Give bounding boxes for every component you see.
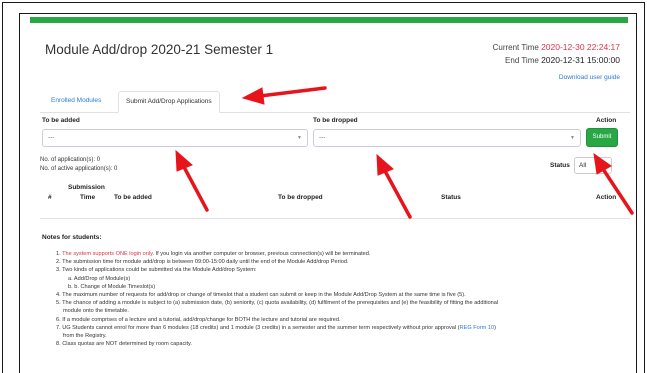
note-3a-text: a. Add/Drop of Module(s) [68, 275, 131, 282]
note-continuation: from the Registry. [56, 332, 626, 340]
note-item: 3. Two kinds of applications could be su… [56, 267, 257, 274]
drop-module-select[interactable]: --- ▼ [313, 129, 581, 147]
to-be-dropped-header: To be dropped [313, 117, 358, 124]
tab-enrolled-modules[interactable]: Enrolled Modules [44, 91, 108, 113]
note-item: 6. If a module comprises of a lecture an… [56, 316, 341, 323]
status-filter-select[interactable]: All ⇕ [574, 157, 612, 174]
note-item: 2. The submission time for module add/dr… [56, 259, 349, 266]
top-accent-bar [30, 17, 628, 23]
current-time-label: Current Time [492, 43, 539, 52]
drop-module-select-value: --- [319, 134, 326, 141]
col-submission: Submission [68, 184, 105, 191]
note-continuation: module onto the timetable. [56, 307, 626, 315]
end-time-value: 2020-12-31 15:00:00 [541, 55, 620, 65]
col-to-be-dropped: To be dropped [278, 194, 323, 201]
table-divider [40, 218, 630, 219]
note-2-text: The submission time for module add/drop … [62, 259, 349, 266]
col-number: # [48, 194, 52, 201]
reg-form-10-link[interactable]: REG Form 10 [460, 325, 495, 331]
note-item: 8. Class quotas are NOT determined by ro… [56, 341, 192, 348]
col-to-be-added: To be added [114, 194, 152, 201]
note-3b-text: b. b. Change of Module Timeslot(s) [68, 283, 156, 290]
note-3-text: Two kinds of applications could be submi… [62, 267, 257, 274]
time-block: Current Time 2020-12-30 22:24:17 End Tim… [493, 41, 620, 67]
notes-title: Notes for students: [42, 234, 102, 241]
note-7-text: UG Students cannot enrol for more than 6… [62, 324, 460, 331]
note-5-cont: module onto the timetable. [63, 308, 129, 315]
col-action: Action [596, 194, 617, 201]
col-time: Time [80, 194, 96, 201]
submit-button[interactable]: Submit [586, 128, 618, 147]
application-count: No. of application(s): 0 [40, 157, 101, 163]
action-header: Action [596, 117, 617, 124]
current-time-value: 2020-12-30 22:24:17 [541, 42, 620, 52]
col-status: Status [441, 194, 461, 201]
note-6-text: If a module comprises of a lecture and a… [62, 316, 341, 323]
note-4-text: The maximum number of requests for add/d… [62, 292, 466, 299]
notes-list: 1. The system supports ONE login only. I… [56, 250, 626, 348]
note-1-warning: The system supports ONE login only. [62, 251, 155, 257]
note-subitem: b. b. Change of Module Timeslot(s) [56, 283, 626, 291]
download-user-guide-link[interactable]: Download user guide [559, 74, 620, 81]
to-be-added-header: To be added [42, 117, 80, 124]
tab-submit-add-drop[interactable]: Submit Add/Drop Applications [118, 91, 220, 113]
status-filter-label: Status [550, 162, 570, 169]
note-item: 4. The maximum number of requests for ad… [56, 292, 466, 299]
status-filter-value: All [579, 162, 587, 169]
add-module-select[interactable]: --- ▼ [42, 129, 308, 147]
note-1-text: If you login via another computer or bro… [154, 251, 371, 257]
note-item: 5. The chance of adding a module is subj… [56, 300, 499, 307]
add-module-select-value: --- [48, 134, 55, 141]
page-title: Module Add/drop 2020-21 Semester 1 [45, 42, 274, 57]
note-item: 7. UG Students cannot enrol for more tha… [56, 324, 496, 331]
note-subitem: a. Add/Drop of Module(s) [56, 275, 626, 283]
tab-bar: Enrolled Modules Submit Add/Drop Applica… [40, 91, 630, 113]
updown-icon: ⇕ [602, 162, 608, 168]
note-7-cont: from the Registry. [63, 333, 107, 340]
note-5-text: The chance of adding a module is subject… [62, 300, 499, 307]
chevron-down-icon: ▼ [570, 135, 575, 141]
end-time-label: End Time [505, 56, 539, 65]
note-item: 1. The system supports ONE login only. I… [56, 251, 371, 257]
note-7-end: ) [494, 324, 496, 331]
chevron-down-icon: ▼ [297, 135, 302, 141]
note-8-text: Class quotas are NOT determined by room … [62, 341, 192, 348]
module-add-drop-page: Module Add/drop 2020-21 Semester 1 Curre… [19, 13, 637, 373]
active-application-count: No. of active application(s): 0 [40, 166, 118, 172]
